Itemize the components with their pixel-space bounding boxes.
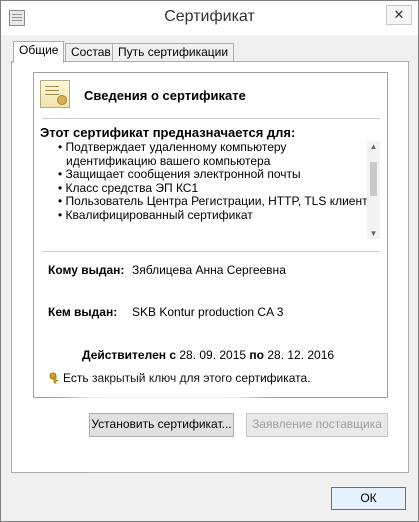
scroll-up-icon[interactable]: ▲ <box>367 141 380 152</box>
issued-by-label: Кем выдан: <box>48 305 118 319</box>
scroll-thumb[interactable] <box>370 162 377 196</box>
purpose-item: • Пользователь Центра Регистрации, HTTP,… <box>58 194 368 208</box>
tab-certification-path[interactable]: Путь сертификации <box>112 43 235 62</box>
purpose-item: • Подтверждает удаленному компьютеру <box>58 141 287 154</box>
close-button[interactable]: ✕ <box>386 5 412 25</box>
valid-from-date: 28. 09. 2015 <box>179 348 247 362</box>
window-title: Сертификат <box>164 8 255 25</box>
issued-to-value: Зяблицева Анна Сергеевна <box>132 263 286 277</box>
key-icon <box>49 372 58 384</box>
valid-to-label: по <box>249 348 264 362</box>
install-certificate-button[interactable]: Установить сертификат... <box>89 413 234 437</box>
issuer-statement-button[interactable]: Заявление поставщика <box>246 413 388 437</box>
divider <box>42 118 380 119</box>
valid-from-label: Действителен с <box>82 348 176 362</box>
valid-to-date: 28. 12. 2016 <box>267 348 335 362</box>
certificate-window: Сертификат ✕ Общие Состав Путь сертифика… <box>0 0 419 522</box>
purpose-heading: Этот сертификат предназначается для: <box>40 125 296 140</box>
certificate-info-title: Сведения о сертификате <box>84 88 246 103</box>
divider <box>42 251 380 252</box>
issued-to-label: Кому выдан: <box>48 263 125 277</box>
tab-general[interactable]: Общие <box>13 41 64 63</box>
purpose-item: • Защищает сообщения электронной почты <box>58 167 301 181</box>
purpose-item: идентификацию вашего компьютера <box>66 153 271 168</box>
certificate-icon <box>40 80 70 108</box>
certificate-info-box: Сведения о сертификате Этот сертификат п… <box>33 72 388 398</box>
purpose-item: • Класс средства ЭП КС1 <box>58 180 199 195</box>
tab-details[interactable]: Состав <box>65 43 117 62</box>
issued-by-value: SKB Kontur production CA 3 <box>132 305 284 319</box>
purpose-item: • Квалифицированный сертификат <box>58 207 253 222</box>
purpose-list[interactable]: • Подтверждает удаленному компьютеру иде… <box>58 141 368 239</box>
certificate-info-header: Сведения о сертификате <box>34 73 387 118</box>
private-key-note: Есть закрытый ключ для этого сертификата… <box>63 371 311 385</box>
validity-period: Действителен с 28. 09. 2015 по 28. 12. 2… <box>82 348 334 362</box>
scroll-down-icon[interactable]: ▼ <box>367 228 380 239</box>
ok-button[interactable]: ОК <box>331 487 406 510</box>
general-tab-panel: Сведения о сертификате Этот сертификат п… <box>11 61 409 473</box>
title-bar: Сертификат ✕ <box>1 1 418 35</box>
purpose-scrollbar[interactable]: ▲ ▼ <box>367 141 380 239</box>
